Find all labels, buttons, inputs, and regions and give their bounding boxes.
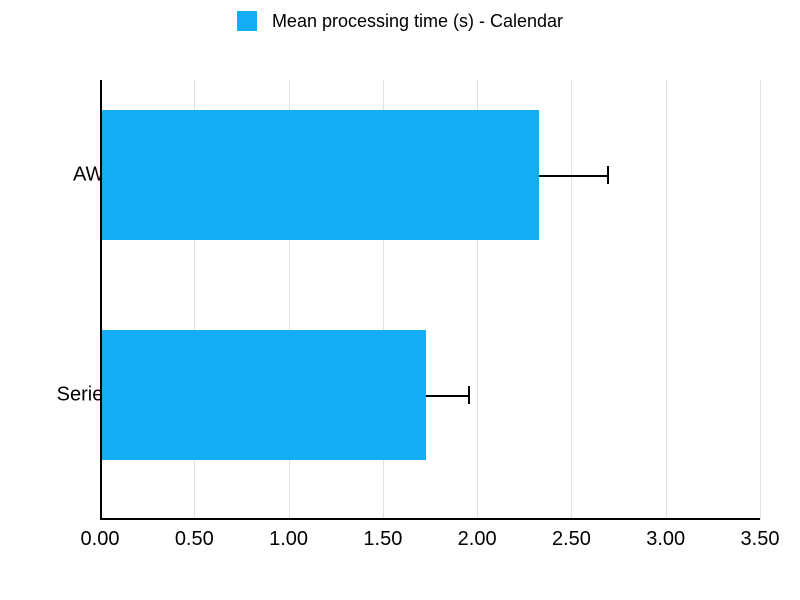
plot-area xyxy=(100,80,760,520)
gridline xyxy=(666,80,667,520)
x-tick-label: 0.00 xyxy=(81,528,120,551)
bar-awu2 xyxy=(100,110,539,240)
x-tick-label: 0.50 xyxy=(175,528,214,551)
x-tick-label: 1.50 xyxy=(363,528,402,551)
error-cap-awu2 xyxy=(607,166,609,184)
x-tick-label: 3.50 xyxy=(741,528,780,551)
error-cap-series7 xyxy=(468,386,470,404)
error-bar-awu2 xyxy=(539,175,607,177)
x-tick-label: 2.00 xyxy=(458,528,497,551)
legend: Mean processing time (s) - Calendar xyxy=(0,10,800,32)
x-tick-label: 1.00 xyxy=(269,528,308,551)
gridline xyxy=(760,80,761,520)
error-bar-series7 xyxy=(426,395,468,397)
bar-series7 xyxy=(100,330,426,460)
x-tick-label: 2.50 xyxy=(552,528,591,551)
y-axis xyxy=(100,80,102,520)
gridline xyxy=(571,80,572,520)
x-tick-label: 3.00 xyxy=(646,528,685,551)
legend-swatch xyxy=(237,11,257,31)
x-axis xyxy=(100,518,760,520)
chart-container: Mean processing time (s) - Calendar AWU2… xyxy=(0,0,800,600)
legend-label: Mean processing time (s) - Calendar xyxy=(272,11,563,31)
